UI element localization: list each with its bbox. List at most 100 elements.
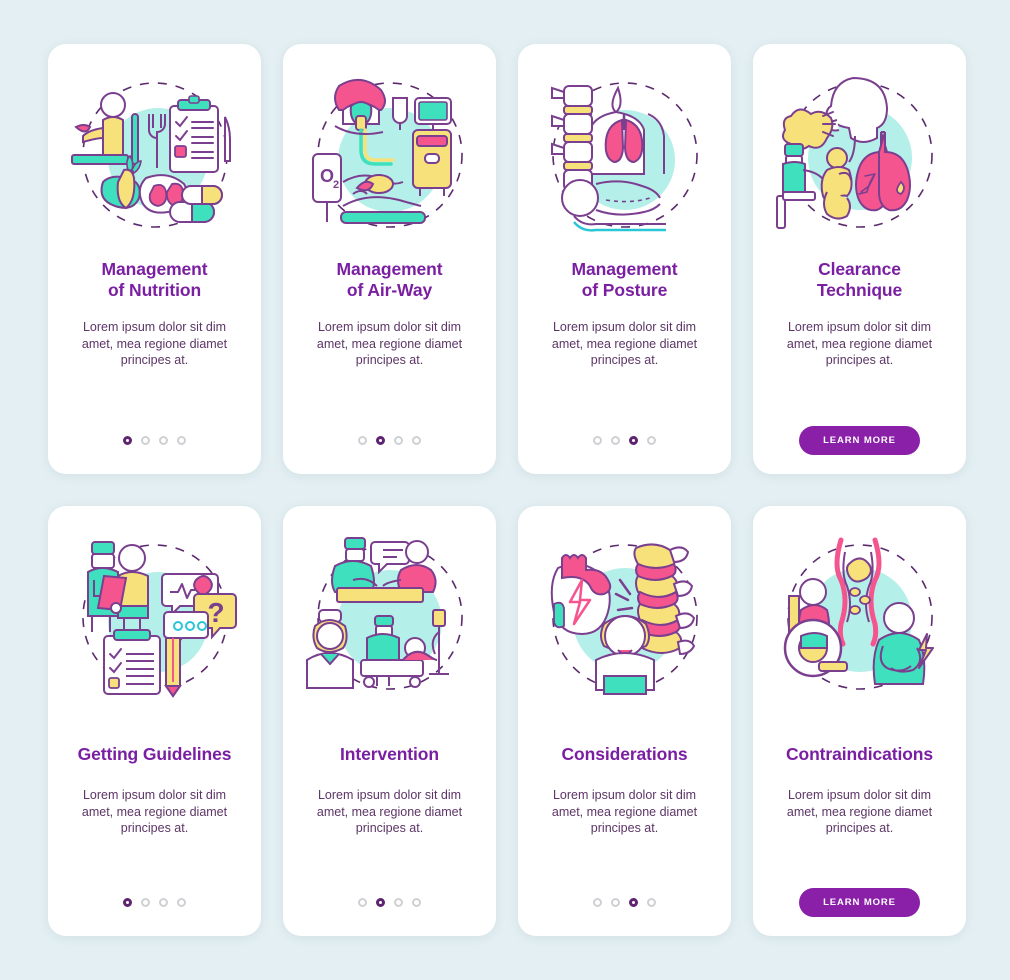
card-description: Lorem ipsum dolor sit dim amet, mea regi… [786, 320, 933, 367]
card-description: Lorem ipsum dolor sit dim amet, mea regi… [81, 320, 228, 367]
contraindications-illustration [783, 537, 934, 690]
card-footer [518, 868, 731, 936]
pagination-dot-4[interactable] [412, 435, 421, 445]
pagination-dot-2[interactable] [141, 897, 150, 907]
card-description: Lorem ipsum dolor sit dim amet, mea regi… [786, 788, 933, 835]
pagination-dot-3[interactable] [159, 897, 168, 907]
title-slot: Intervention [283, 721, 496, 787]
onboarding-card-clearance-technique[interactable]: Clearance Technique Lorem ipsum dolor sit… [753, 44, 966, 474]
pagination-dot-2[interactable] [611, 435, 620, 445]
pagination-dot-4[interactable] [647, 435, 656, 445]
intervention-illustration [305, 536, 463, 690]
pagination-dot-2[interactable] [376, 897, 385, 907]
card-title-line-1: Clearance [818, 259, 901, 279]
posture-illustration [550, 81, 698, 232]
title-slot: Contraindications [753, 721, 966, 787]
pagination-dot-4[interactable] [177, 897, 186, 907]
illustration-container [518, 506, 731, 721]
pagination-dots[interactable] [593, 897, 656, 907]
airway-illustration: O 2 [311, 78, 463, 228]
page-title: Intervention [340, 743, 439, 764]
pagination-dot-4[interactable] [412, 897, 421, 907]
card-title-line-2: Technique [816, 280, 903, 300]
onboarding-card-management-of-nutrition[interactable]: Management of Nutrition Lorem ipsum dolor… [48, 44, 261, 474]
page-title: Clearance Technique [805, 259, 914, 301]
pagination-dots[interactable] [123, 435, 186, 445]
pagination-dot-1[interactable] [358, 435, 367, 445]
illustration-container [753, 44, 966, 259]
page-title: Contraindications [785, 743, 934, 764]
pagination-dot-4[interactable] [177, 435, 186, 445]
onboarding-card-contraindications[interactable]: Contraindications Lorem ipsum dolor sit … [753, 506, 966, 936]
card-footer: LEARN MORE [753, 868, 966, 936]
onboarding-card-considerations[interactable]: Considerations Lorem ipsum dolor sit dim… [518, 506, 731, 936]
card-description: Lorem ipsum dolor sit dim amet, mea regi… [81, 788, 228, 835]
card-title-line-1: Management [336, 259, 443, 279]
svg-text:O: O [319, 166, 333, 186]
pagination-dot-1[interactable] [123, 435, 132, 445]
learn-more-button[interactable]: LEARN MORE [799, 887, 920, 917]
card-description: Lorem ipsum dolor sit dim amet, mea regi… [316, 788, 463, 835]
card-title-line-1: Management [101, 259, 208, 279]
page-title: Getting Guidelines [77, 743, 232, 764]
card-title-line-2: of Posture [581, 280, 668, 300]
card-grid: Management of Nutrition Lorem ipsum dolor… [48, 44, 966, 936]
pagination-dots[interactable] [593, 435, 656, 445]
card-description: Lorem ipsum dolor sit dim amet, mea regi… [551, 320, 698, 367]
svg-text:2: 2 [332, 179, 338, 191]
pagination-dots[interactable] [358, 435, 421, 445]
title-slot: Getting Guidelines [48, 721, 261, 787]
title-slot: Management of Air-Way [283, 259, 496, 319]
title-slot: Considerations [518, 721, 731, 787]
illustration-container: O 2 [283, 44, 496, 259]
pagination-dot-2[interactable] [141, 435, 150, 445]
card-title-line-2: of Nutrition [107, 280, 202, 300]
illustration-container [753, 506, 966, 721]
pagination-dot-3[interactable] [394, 897, 403, 907]
svg-text:?: ? [207, 597, 224, 628]
card-footer [48, 406, 261, 474]
title-slot: Management of Nutrition [48, 259, 261, 319]
pagination-dot-3[interactable] [159, 435, 168, 445]
pagination-dot-2[interactable] [611, 897, 620, 907]
learn-more-button[interactable]: LEARN MORE [799, 425, 920, 455]
pagination-dots[interactable] [123, 897, 186, 907]
pagination-dot-1[interactable] [358, 897, 367, 907]
card-description: Lorem ipsum dolor sit dim amet, mea regi… [551, 788, 698, 835]
title-slot: Clearance Technique [753, 259, 966, 319]
card-footer: LEARN MORE [753, 406, 966, 474]
illustration-container [283, 506, 496, 721]
pagination-dot-1[interactable] [593, 897, 602, 907]
nutrition-illustration [70, 81, 231, 228]
pagination-dot-3[interactable] [394, 435, 403, 445]
title-slot: Management of Posture [518, 259, 731, 319]
considerations-illustration [550, 543, 698, 695]
onboarding-screens-board: Management of Nutrition Lorem ipsum dolor… [0, 0, 1010, 980]
illustration-container [518, 44, 731, 259]
guidelines-illustration: ? [81, 540, 237, 698]
pagination-dot-3[interactable] [629, 435, 638, 445]
card-footer [283, 406, 496, 474]
onboarding-card-management-of-posture[interactable]: Management of Posture Lorem ipsum dolor s… [518, 44, 731, 474]
onboarding-card-getting-guidelines[interactable]: ? Getting Guidelines Lorem ipsum dolor s… [48, 506, 261, 936]
clearance-technique-illustration [775, 76, 933, 229]
pagination-dot-3[interactable] [629, 897, 638, 907]
page-title: Management of Air-Way [325, 259, 455, 301]
onboarding-card-management-of-air-way[interactable]: O 2 Management of Air-Way Lorem ipsum dol… [283, 44, 496, 474]
pagination-dots[interactable] [358, 897, 421, 907]
illustration-container [48, 44, 261, 259]
pagination-dot-1[interactable] [123, 897, 132, 907]
card-title-line-2: of Air-Way [346, 280, 433, 300]
illustration-container: ? [48, 506, 261, 721]
pagination-dot-2[interactable] [376, 435, 385, 445]
card-footer [518, 406, 731, 474]
card-footer [48, 868, 261, 936]
card-description: Lorem ipsum dolor sit dim amet, mea regi… [316, 320, 463, 367]
card-title-line-1: Management [571, 259, 678, 279]
pagination-dot-1[interactable] [593, 435, 602, 445]
pagination-dot-4[interactable] [647, 897, 656, 907]
page-title: Management of Nutrition [90, 259, 220, 301]
onboarding-card-intervention[interactable]: Intervention Lorem ipsum dolor sit dim a… [283, 506, 496, 936]
page-title: Considerations [561, 743, 688, 764]
card-footer [283, 868, 496, 936]
